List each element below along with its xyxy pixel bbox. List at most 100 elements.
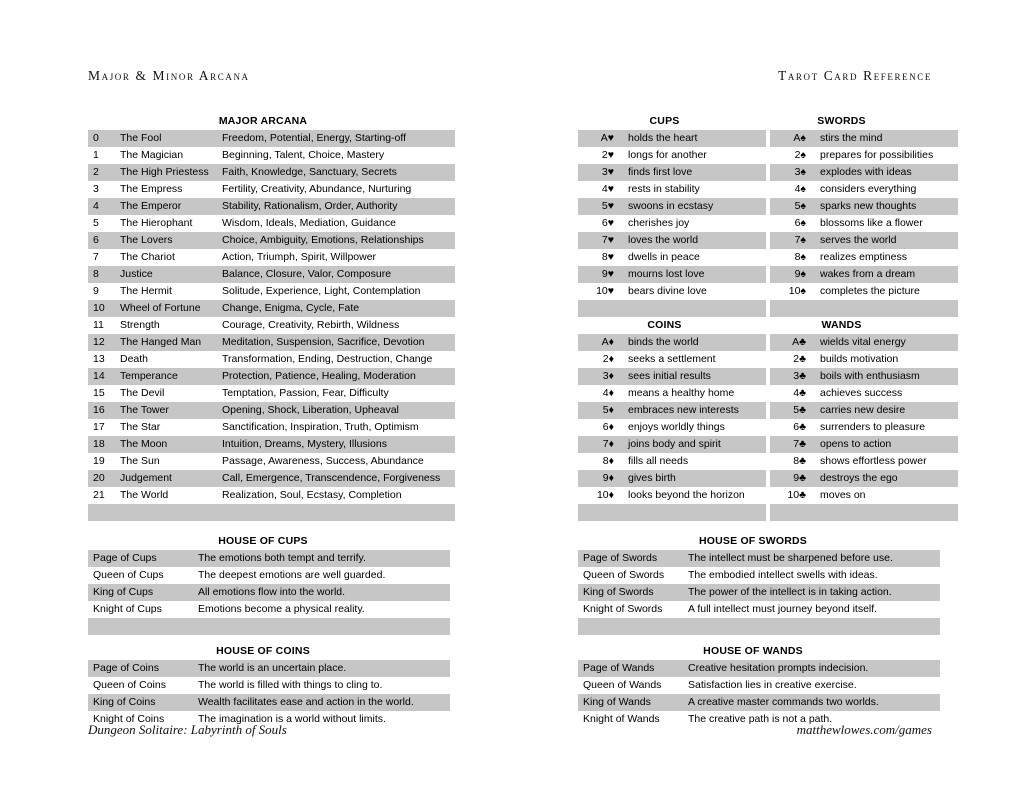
- card-phrase: rests in stability: [620, 181, 766, 198]
- house-of-coins-title: HOUSE OF COINS: [88, 643, 438, 660]
- court-card-meaning: A full intellect must journey beyond its…: [681, 601, 940, 618]
- card-phrase: gives birth: [620, 470, 766, 487]
- card-keywords: Call, Emergence, Transcendence, Forgiven…: [215, 470, 455, 487]
- card-phrase: sparks new thoughts: [812, 198, 958, 215]
- card-number: 13: [88, 351, 115, 368]
- card-name: The Hanged Man: [115, 334, 215, 351]
- card-rank: 8♦: [578, 453, 620, 470]
- table-row: 3♦ sees initial results 3♣ boils with enth…: [578, 368, 958, 385]
- cups-swords-header-table: CUPS SWORDS: [578, 113, 928, 130]
- court-card-name: Queen of Cups: [88, 567, 191, 584]
- table-row: 12 The Hanged Man Meditation, Suspension, …: [88, 334, 455, 351]
- card-keywords: Opening, Shock, Liberation, Upheaval: [215, 402, 455, 419]
- card-name: The Devil: [115, 385, 215, 402]
- table-blank-row: [88, 504, 455, 521]
- card-number: 20: [88, 470, 115, 487]
- table-row: 19 The Sun Passage, Awareness, Success, Ab…: [88, 453, 455, 470]
- court-card-name: Page of Wands: [578, 660, 681, 677]
- card-phrase: carries new desire: [812, 402, 958, 419]
- table-row: 10 Wheel of Fortune Change, Enigma, Cycle,…: [88, 300, 455, 317]
- suit-title-row: COINS WANDS: [578, 317, 928, 334]
- card-phrase: seeks a settlement: [620, 351, 766, 368]
- card-name: The Moon: [115, 436, 215, 453]
- blank-cell: [620, 300, 766, 317]
- card-phrase: fills all needs: [620, 453, 766, 470]
- court-card-name: King of Wands: [578, 694, 681, 711]
- card-rank: 10♠: [770, 283, 812, 300]
- court-card-meaning: The intellect must be sharpened before u…: [681, 550, 940, 567]
- table-row: 2♦ seeks a settlement 2♣ builds motivation: [578, 351, 958, 368]
- table-row: 2♥ longs for another 2♠ prepares for possi…: [578, 147, 958, 164]
- court-card-name: King of Swords: [578, 584, 681, 601]
- card-phrase: enjoys worldly things: [620, 419, 766, 436]
- footer-game-title: Dungeon Solitaire: Labyrinth of Souls: [88, 722, 287, 737]
- card-name: The Sun: [115, 453, 215, 470]
- blank-cell: [770, 504, 812, 521]
- card-phrase: dwells in peace: [620, 249, 766, 266]
- reference-sheet: Major & Minor Arcana Tarot Card Referenc…: [88, 0, 958, 788]
- card-rank: A♥: [578, 130, 620, 147]
- blank-cell: [812, 504, 958, 521]
- card-rank: A♦: [578, 334, 620, 351]
- card-rank: 7♣: [770, 436, 812, 453]
- card-number: 8: [88, 266, 115, 283]
- card-keywords: Action, Triumph, Spirit, Willpower: [215, 249, 455, 266]
- card-rank: 4♦: [578, 385, 620, 402]
- house-of-cups-table: Page of Cups The emotions both tempt and …: [88, 550, 450, 635]
- header-title-left: Major & Minor Arcana: [88, 68, 250, 83]
- card-keywords: Solitude, Experience, Light, Contemplati…: [215, 283, 455, 300]
- court-card-meaning: Satisfaction lies in creative exercise.: [681, 677, 940, 694]
- card-name: The Hierophant: [115, 215, 215, 232]
- table-row: 20 Judgement Call, Emergence, Transcendenc…: [88, 470, 455, 487]
- page-header: Major & Minor Arcana Tarot Card Referenc…: [88, 68, 932, 94]
- card-phrase: opens to action: [812, 436, 958, 453]
- card-phrase: prepares for possibilities: [812, 147, 958, 164]
- table-row: A♦ binds the world A♣ wields vital energy: [578, 334, 958, 351]
- card-name: Justice: [115, 266, 215, 283]
- card-rank: 5♠: [770, 198, 812, 215]
- card-keywords: Sanctification, Inspiration, Truth, Opti…: [215, 419, 455, 436]
- court-card-name: Queen of Swords: [578, 567, 681, 584]
- table-row: 9♥ mourns lost love 9♠ wakes from a dream: [578, 266, 958, 283]
- table-row: 4♥ rests in stability 4♠ considers everyth…: [578, 181, 958, 198]
- blank-cell: [215, 504, 455, 521]
- card-keywords: Passage, Awareness, Success, Abundance: [215, 453, 455, 470]
- court-card-meaning: The world is an uncertain place.: [191, 660, 450, 677]
- card-name: The Magician: [115, 147, 215, 164]
- card-name: The Lovers: [115, 232, 215, 249]
- card-name: The Chariot: [115, 249, 215, 266]
- cups-swords-table: A♥ holds the heart A♠ stirs the mind 2♥ long…: [578, 130, 958, 317]
- table-row: 8♥ dwells in peace 8♠ realizes emptiness: [578, 249, 958, 266]
- card-rank: 2♠: [770, 147, 812, 164]
- table-row: 10♥ bears divine love 10♠ completes the pi…: [578, 283, 958, 300]
- card-keywords: Transformation, Ending, Destruction, Cha…: [215, 351, 455, 368]
- table-row: Page of Cups The emotions both tempt and …: [88, 550, 450, 567]
- table-row: 2 The High Priestess Faith, Knowledge, San…: [88, 164, 455, 181]
- house-of-coins-table: Page of Coins The world is an uncertain p…: [88, 660, 450, 728]
- card-number: 12: [88, 334, 115, 351]
- table-row: Page of Swords The intellect must be shar…: [578, 550, 940, 567]
- house-of-wands-table: Page of Wands Creative hesitation prompts…: [578, 660, 940, 728]
- blank-cell: [681, 618, 940, 635]
- table-row: A♥ holds the heart A♠ stirs the mind: [578, 130, 958, 147]
- card-name: The Fool: [115, 130, 215, 147]
- card-number: 2: [88, 164, 115, 181]
- table-row: Page of Wands Creative hesitation prompts…: [578, 660, 940, 677]
- table-row: 14 Temperance Protection, Patience, Healin…: [88, 368, 455, 385]
- card-name: The Tower: [115, 402, 215, 419]
- court-card-meaning: A creative master commands two worlds.: [681, 694, 940, 711]
- court-card-name: King of Coins: [88, 694, 191, 711]
- card-rank: 5♥: [578, 198, 620, 215]
- court-card-meaning: The emotions both tempt and terrify.: [191, 550, 450, 567]
- table-row: Queen of Swords The embodied intellect sw…: [578, 567, 940, 584]
- card-rank: 9♠: [770, 266, 812, 283]
- table-row: Knight of Cups Emotions become a physical…: [88, 601, 450, 618]
- major-arcana-table: 0 The Fool Freedom, Potential, Energy, Sta…: [88, 130, 455, 521]
- card-rank: 2♦: [578, 351, 620, 368]
- table-blank-row: [578, 504, 958, 521]
- card-rank: 3♥: [578, 164, 620, 181]
- house-of-wands-title: HOUSE OF WANDS: [578, 643, 928, 660]
- table-row: Queen of Coins The world is filled with t…: [88, 677, 450, 694]
- card-keywords: Meditation, Suspension, Sacrifice, Devot…: [215, 334, 455, 351]
